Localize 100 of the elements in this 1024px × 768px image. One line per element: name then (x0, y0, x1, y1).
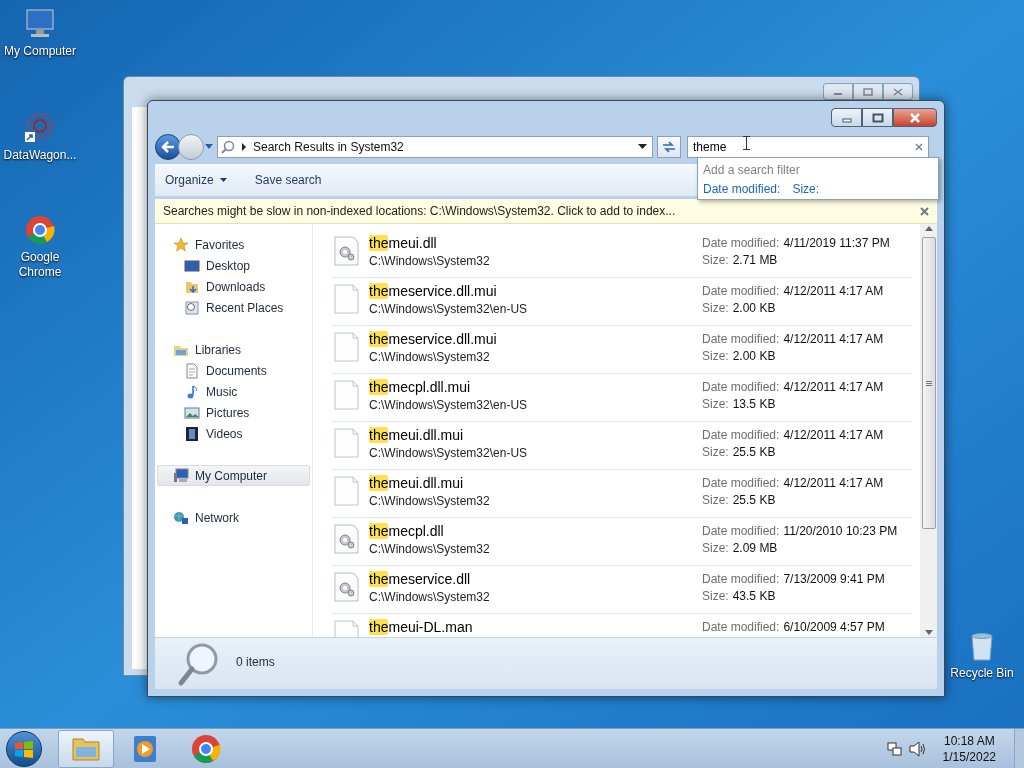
search-icon (221, 140, 235, 154)
sidebar-item[interactable]: Downloads (157, 276, 310, 297)
result-row[interactable]: themeui.dll.mui C:\Windows\System32 Date modified: 4/12/2011 4:17 AM Size: 25.5 KB (332, 470, 912, 518)
file-name: themeui-DL.man (369, 618, 474, 636)
sidebar-item[interactable]: Pictures (157, 402, 310, 423)
info-bar[interactable]: Searches might be slow in non-indexed locations: C:\Windows\System32. Click to add to index... (155, 199, 937, 224)
chrome-icon[interactable] (24, 214, 56, 246)
result-row[interactable]: themeservice.dll.mui C:\Windows\System32\en-US Date modified: 4/12/2011 4:17 AM Size: 2.00 KB (332, 278, 912, 326)
file-path: C:\Windows\System32 (369, 349, 491, 365)
computer-icon (173, 467, 189, 484)
globe-icon (173, 509, 189, 526)
start-button[interactable] (6, 730, 42, 767)
sidebar-item[interactable]: Videos (157, 423, 310, 444)
file-name: themeui.dll.mui (369, 426, 465, 444)
size-label: Size: (702, 444, 729, 460)
file-path: C:\Windows\System32\en-US (369, 445, 529, 461)
dropdown-caret-icon[interactable] (638, 144, 647, 150)
date-label: Date modified: (702, 379, 780, 395)
sidebar-item[interactable]: Desktop (157, 255, 310, 276)
file-icon (332, 331, 362, 363)
film-icon (184, 425, 200, 442)
sidebar-item[interactable]: Libraries (157, 339, 310, 360)
date-value: 4/12/2011 4:17 AM (783, 283, 884, 299)
refresh-arrows-icon (662, 141, 676, 153)
close-icon[interactable] (893, 87, 903, 96)
size-value: 2.71 MB (732, 252, 778, 268)
starburst-icon[interactable] (24, 112, 56, 144)
size-label: Size: (702, 300, 729, 316)
chrome-icon (190, 732, 222, 765)
scroll-up-arrow-icon[interactable] (924, 226, 933, 231)
clock-date[interactable]: 1/15/2022 (942, 748, 996, 765)
size-label: Size: (702, 540, 729, 556)
desktop-icon-label[interactable]: Google Chrome (15, 250, 65, 280)
chevron-icon (241, 143, 247, 151)
sidebar-item[interactable]: My Computer (157, 465, 310, 486)
windows-logo-icon (14, 739, 34, 758)
gear-file-icon (332, 235, 362, 267)
search-filter-link[interactable]: Date modified: (703, 181, 781, 197)
clock-time[interactable]: 10:18 AM (943, 732, 995, 749)
file-name: themeservice.dll.mui (369, 282, 498, 300)
date-label: Date modified: (702, 523, 780, 539)
result-row[interactable]: themecpl.dll C:\Windows\System32 Date modified: 11/20/2010 10:23 PM Size: 2.09 MB (332, 518, 912, 566)
grip-icon (925, 380, 932, 386)
scroll-down-arrow-icon[interactable] (924, 630, 933, 635)
desktop-icon-label[interactable]: Recycle Bin (950, 666, 1014, 681)
sidebar-item[interactable]: Favorites (157, 234, 310, 255)
size-value: 2.00 KB (732, 348, 776, 364)
desktop-icon-label[interactable]: DataWagon... (3, 148, 77, 163)
sidebar-item[interactable]: Documents (157, 360, 310, 381)
toolbar-button[interactable]: Save search (254, 171, 322, 189)
file-name: themeservice.dll.mui (369, 330, 498, 348)
result-row[interactable]: themecpl.dll.mui C:\Windows\System32\en-US Date modified: 4/12/2011 4:17 AM Size: 13.5 KB (332, 374, 912, 422)
toolbar-button[interactable]: Organize (165, 171, 227, 189)
maximize-button[interactable] (862, 108, 893, 127)
search-filter-link[interactable]: Size: (792, 181, 820, 197)
restore-icon (871, 112, 884, 123)
taskbar-button[interactable] (58, 729, 114, 768)
date-label: Date modified: (702, 283, 780, 299)
address-text: Search Results in System32 (253, 139, 405, 156)
dropdown-caret-icon (219, 178, 227, 182)
size-value: 25.5 KB (732, 492, 776, 508)
text-cursor-icon (743, 136, 750, 150)
file-name: themeservice.dll (369, 570, 472, 588)
sidebar-item[interactable]: Music (157, 381, 310, 402)
date-value: 7/13/2009 9:41 PM (783, 571, 885, 587)
file-path: C:\Windows\System32 (369, 253, 491, 269)
speaker-icon[interactable] (908, 740, 925, 757)
close-icon[interactable] (915, 143, 923, 151)
size-value: 13.5 KB (732, 396, 776, 412)
restore-icon[interactable] (863, 87, 873, 96)
size-value: 43.5 KB (732, 588, 776, 604)
close-icon[interactable] (920, 206, 929, 216)
scrollbar[interactable] (920, 224, 937, 637)
result-row[interactable]: themeservice.dll C:\Windows\System32 Date modified: 7/13/2009 9:41 PM Size: 43.5 KB (332, 566, 912, 614)
result-row[interactable]: themeui.dll.mui C:\Windows\System32\en-US Date modified: 4/12/2011 4:17 AM Size: 25.5 KB (332, 422, 912, 470)
date-value: 4/12/2011 4:17 AM (783, 379, 884, 395)
scrollbar-thumb[interactable] (921, 237, 936, 529)
close-icon (909, 112, 921, 123)
search-field[interactable]: theme (687, 136, 929, 158)
date-label: Date modified: (702, 619, 780, 635)
sidebar-item[interactable]: Recent Places (157, 297, 310, 318)
minimize-button[interactable] (831, 108, 862, 127)
date-label: Date modified: (702, 427, 780, 443)
sidebar-item[interactable]: Network (157, 507, 310, 528)
date-value: 11/20/2010 10:23 PM (783, 523, 898, 539)
size-value: 2.09 MB (732, 540, 778, 556)
result-row[interactable]: themeui.dll C:\Windows\System32 Date modified: 4/11/2019 11:37 PM Size: 2.71 MB (332, 230, 912, 278)
computer-icon[interactable] (24, 8, 56, 40)
date-value: 4/12/2011 4:17 AM (783, 475, 884, 491)
address-bar[interactable]: Search Results in System32 (217, 136, 653, 158)
result-row[interactable]: themeservice.dll.mui C:\Windows\System32 Date modified: 4/12/2011 4:17 AM Size: 2.00 KB (332, 326, 912, 374)
desktop-icon-label[interactable]: My Computer (4, 44, 76, 59)
date-value: 4/12/2011 4:17 AM (783, 331, 884, 347)
close-button[interactable] (893, 108, 937, 127)
size-label: Size: (702, 348, 729, 364)
back-button[interactable] (155, 134, 181, 160)
gear-file-icon (332, 523, 362, 555)
item-count: 0 items (236, 654, 275, 671)
refresh-button[interactable] (657, 136, 681, 158)
network-icon[interactable] (886, 740, 903, 757)
